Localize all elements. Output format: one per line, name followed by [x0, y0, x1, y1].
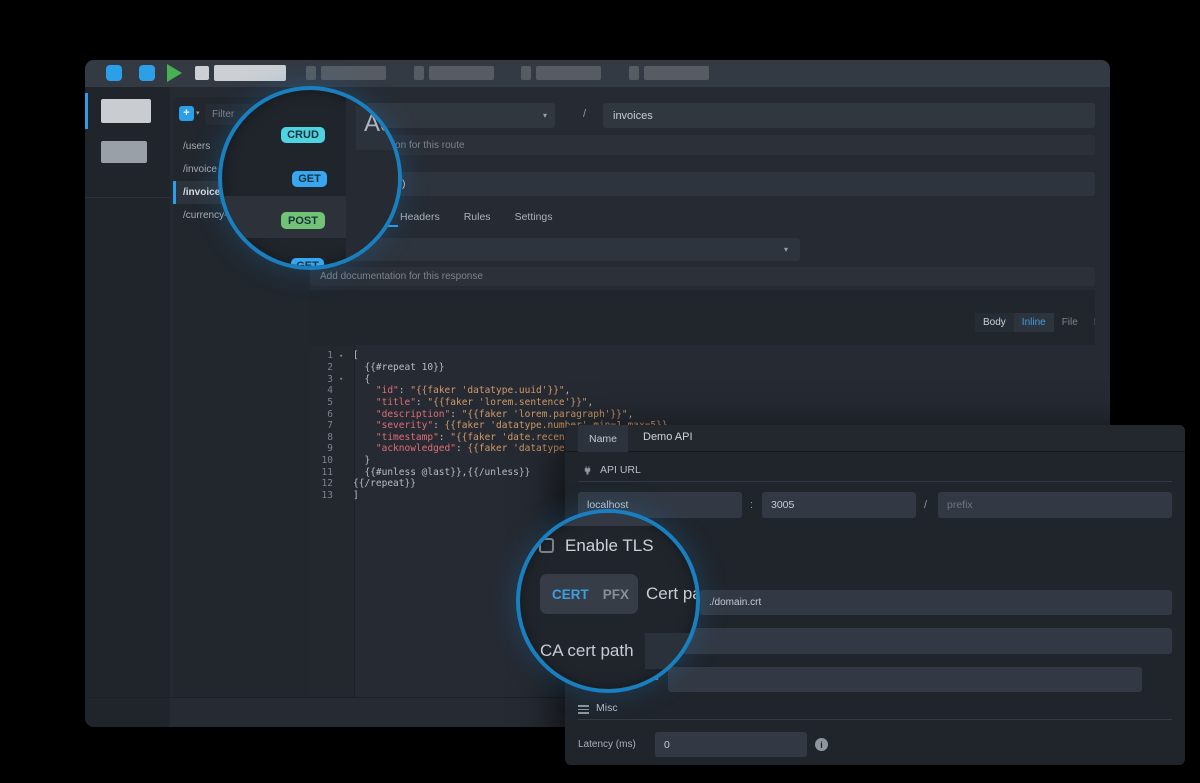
response-tabs: Headers Rules Settings [400, 206, 553, 228]
tab-headers[interactable]: Headers [400, 211, 440, 223]
magnifier-tls: Enable TLS CERT PFX Cert pa CA cert path [516, 509, 700, 693]
toolbar-placeholder-icon[interactable] [195, 66, 209, 80]
latency-input[interactable] [655, 732, 807, 757]
add-route-button[interactable]: + [179, 106, 194, 121]
list-icon [578, 705, 589, 714]
toolbar-button-2[interactable] [139, 65, 155, 81]
pfx-option: PFX [603, 587, 629, 602]
menu-item-1[interactable] [321, 66, 386, 80]
tab-inline[interactable]: Inline [1014, 313, 1054, 332]
route-path-input[interactable] [603, 103, 1095, 128]
ca-cert-path-label: CA cert path [540, 641, 634, 661]
info-icon: i [815, 738, 828, 751]
route-path: /invoice [183, 164, 217, 175]
stage: + ▾ /users /invoice /invoices /currency-… [0, 0, 1200, 783]
api-url-section-title: API URL [600, 464, 641, 476]
method-badge-post: POST [281, 212, 325, 229]
port-colon: : [750, 499, 753, 511]
sidebar-divider [85, 197, 170, 198]
environments-sidebar [85, 87, 170, 727]
magnifier-methods: Ad CRUD GET POST GET [218, 86, 402, 270]
misc-section-title: Misc [596, 702, 618, 714]
port-input[interactable] [762, 492, 916, 518]
menu-icon-2[interactable] [414, 66, 424, 80]
menu-item-4[interactable] [644, 66, 709, 80]
response-doc-input[interactable] [310, 267, 1095, 286]
chevron-down-icon: ▾ [543, 111, 547, 120]
code-line: 6 "description": "{{faker 'lorem.paragra… [310, 408, 1095, 420]
method-badge-get-2: GET [291, 258, 324, 270]
menu-item-3[interactable] [536, 66, 601, 80]
menu-item-2[interactable] [429, 66, 494, 80]
tab-databucket[interactable]: Da [1086, 313, 1095, 332]
magnified-host-input [524, 511, 700, 526]
route-path: /currency- [183, 210, 227, 221]
menu-icon-4[interactable] [629, 66, 639, 80]
toolbar-button-1[interactable] [106, 65, 122, 81]
cert-pfx-toggle: CERT PFX [540, 574, 638, 614]
path-separator: / [583, 108, 586, 120]
environment-name-value[interactable]: Demo API [643, 431, 693, 443]
prefix-input[interactable] [938, 492, 1172, 518]
tab-file[interactable]: File [1054, 313, 1086, 332]
active-environment-indicator [85, 93, 88, 129]
chevron-down-icon: ▾ [784, 245, 788, 254]
section-divider [578, 481, 1172, 482]
method-badge-crud: CRUD [281, 127, 325, 143]
cert-option: CERT [552, 587, 589, 602]
code-line: 1▾[ [310, 350, 1095, 362]
play-icon[interactable] [167, 64, 182, 82]
cert-path-input[interactable] [700, 590, 1172, 615]
code-line: 5 "title": "{{faker 'lorem.sentence'}}", [310, 397, 1095, 409]
route-path: /users [183, 141, 210, 152]
route-doc-input[interactable] [310, 135, 1095, 155]
section-divider [578, 719, 1172, 720]
magnified-doc-input: Ad [356, 106, 402, 150]
chevron-down-icon[interactable]: ▾ [196, 109, 200, 117]
ca-cert-path-input[interactable] [648, 628, 1172, 654]
response-selector[interactable]: Response 1 (200) [310, 172, 1095, 196]
tab-rules[interactable]: Rules [464, 211, 491, 223]
prefix-slash: / [924, 499, 927, 511]
environment-item[interactable] [101, 141, 147, 163]
tab-body[interactable]: Body [975, 313, 1014, 332]
tab-settings[interactable]: Settings [515, 211, 553, 223]
cert-path-label: Cert pa [646, 584, 700, 604]
code-line: 3▾ { [310, 373, 1095, 385]
menu-icon-3[interactable] [521, 66, 531, 80]
plug-icon [582, 463, 593, 481]
magnified-doc-text: Ad [364, 110, 393, 138]
enable-tls-checkbox [539, 538, 554, 553]
magnified-input-block [645, 633, 700, 669]
code-line: 4 "id": "{{faker 'datatype.uuid'}}", [310, 385, 1095, 397]
menu-icon-1[interactable] [306, 66, 316, 80]
name-label: Name [578, 425, 628, 452]
enable-tls-label: Enable TLS [565, 536, 654, 556]
method-badge-get: GET [292, 171, 327, 187]
latency-label: Latency (ms) [578, 739, 636, 750]
environment-item-active[interactable] [101, 99, 151, 123]
code-line: 2 {{#repeat 10}} [310, 362, 1095, 374]
body-type-tabs: Body Inline File Da [975, 313, 1095, 332]
passphrase-input[interactable] [668, 667, 1142, 692]
toolbar-placeholder-label[interactable] [214, 65, 286, 81]
